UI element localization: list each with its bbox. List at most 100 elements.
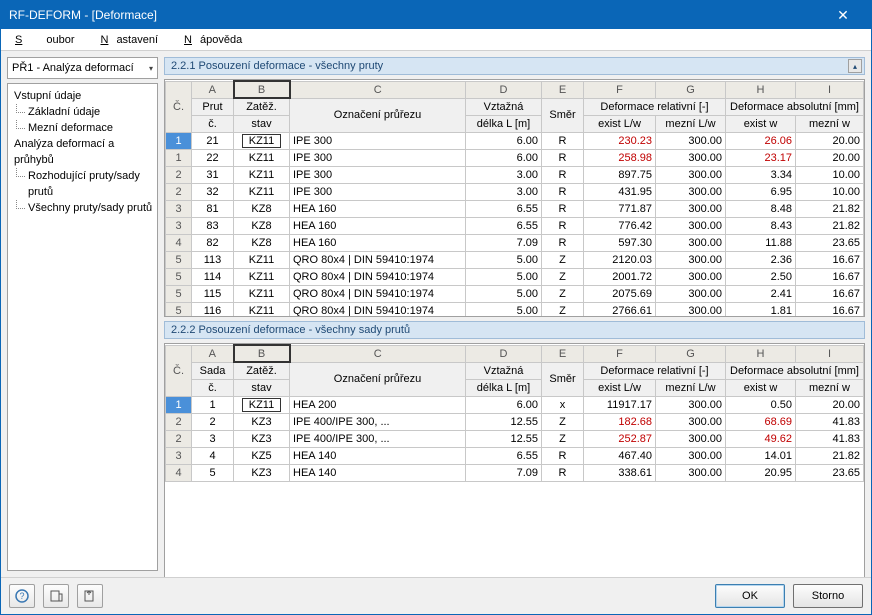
table-row[interactable]: 22KZ3IPE 400/IPE 300, ...12.55Z182.68300… [166, 413, 864, 430]
cell[interactable]: HEA 160 [290, 234, 466, 251]
cell[interactable]: x [542, 396, 584, 413]
cell[interactable]: 771.87 [584, 200, 656, 217]
cell[interactable]: 2 [192, 413, 234, 430]
cell[interactable]: 8.48 [726, 200, 796, 217]
cell[interactable]: KZ3 [234, 464, 290, 481]
cell[interactable]: 7.09 [466, 464, 542, 481]
cell[interactable]: 32 [192, 183, 234, 200]
grid-members-scroll[interactable]: Č.ABCDEFGHIPrutZatěž.Označení průřezuVzt… [165, 80, 864, 316]
cell[interactable]: 300.00 [656, 251, 726, 268]
cell[interactable]: 300.00 [656, 200, 726, 217]
cell[interactable]: 68.69 [726, 413, 796, 430]
cell[interactable]: 49.62 [726, 430, 796, 447]
cell[interactable]: 23.17 [726, 149, 796, 166]
cell[interactable]: 20.00 [796, 149, 864, 166]
cell[interactable]: 300.00 [656, 413, 726, 430]
row-index[interactable]: 2 [166, 413, 192, 430]
table-row[interactable]: 232KZ11IPE 3003.00R431.95300.006.9510.00 [166, 183, 864, 200]
cell[interactable]: IPE 400/IPE 300, ... [290, 413, 466, 430]
tree-item-all[interactable]: Všechny pruty/sady prutů [10, 200, 155, 216]
cell[interactable]: 300.00 [656, 447, 726, 464]
cell[interactable]: 4 [192, 447, 234, 464]
cell[interactable]: Z [542, 430, 584, 447]
cell[interactable]: 300.00 [656, 149, 726, 166]
grid-sets-scroll[interactable]: Č.ABCDEFGHISadaZatěž.Označení průřezuVzt… [165, 344, 864, 586]
table-row[interactable]: 23KZ3IPE 400/IPE 300, ...12.55Z252.87300… [166, 430, 864, 447]
row-index[interactable]: 2 [166, 430, 192, 447]
cell[interactable]: R [542, 183, 584, 200]
cell[interactable]: KZ11 [234, 285, 290, 302]
cell[interactable]: 7.09 [466, 234, 542, 251]
cell[interactable]: IPE 400/IPE 300, ... [290, 430, 466, 447]
cell[interactable]: 300.00 [656, 285, 726, 302]
row-index[interactable]: 5 [166, 251, 192, 268]
cell[interactable]: 23.65 [796, 464, 864, 481]
cell[interactable]: 82 [192, 234, 234, 251]
cell[interactable]: KZ11 [234, 268, 290, 285]
cell[interactable]: 2.36 [726, 251, 796, 268]
cell[interactable]: Z [542, 285, 584, 302]
cell[interactable]: QRO 80x4 | DIN 59410:1974 [290, 302, 466, 316]
cell[interactable]: 114 [192, 268, 234, 285]
cell[interactable]: KZ3 [234, 413, 290, 430]
cell[interactable]: 81 [192, 200, 234, 217]
col-letter[interactable]: I [796, 345, 864, 362]
cell[interactable]: 300.00 [656, 464, 726, 481]
cell-active[interactable]: KZ11 [234, 132, 290, 149]
cell[interactable]: 897.75 [584, 166, 656, 183]
case-combo[interactable]: PŘ1 - Analýza deformací ▾ [7, 57, 158, 79]
row-index[interactable]: 3 [166, 200, 192, 217]
cell[interactable]: 300.00 [656, 217, 726, 234]
cell[interactable]: 300.00 [656, 166, 726, 183]
cell[interactable]: 0.50 [726, 396, 796, 413]
cell[interactable]: 21.82 [796, 217, 864, 234]
cell[interactable]: 26.06 [726, 132, 796, 149]
cell[interactable]: IPE 300 [290, 132, 466, 149]
cell[interactable]: 10.00 [796, 183, 864, 200]
row-index[interactable]: 1 [166, 149, 192, 166]
col-letter[interactable]: F [584, 345, 656, 362]
menu-settings[interactable]: Nastavení [92, 32, 174, 48]
cell[interactable]: 21.82 [796, 200, 864, 217]
col-letter[interactable]: G [656, 81, 726, 98]
cell[interactable]: KZ11 [234, 166, 290, 183]
cell[interactable]: 467.40 [584, 447, 656, 464]
cell[interactable]: IPE 300 [290, 166, 466, 183]
cell[interactable]: 300.00 [656, 268, 726, 285]
menu-help[interactable]: Nápověda [176, 32, 258, 48]
cell[interactable]: 431.95 [584, 183, 656, 200]
col-letter[interactable]: C [290, 345, 466, 362]
cell[interactable]: HEA 200 [290, 396, 466, 413]
table-row[interactable]: 121KZ11IPE 3006.00R230.23300.0026.0620.0… [166, 132, 864, 149]
cell[interactable]: R [542, 217, 584, 234]
cell[interactable]: 6.00 [466, 149, 542, 166]
close-icon[interactable]: ✕ [823, 5, 863, 25]
cell[interactable]: R [542, 132, 584, 149]
ok-button[interactable]: OK [715, 584, 785, 608]
cell[interactable]: 3.00 [466, 183, 542, 200]
cell[interactable]: 6.55 [466, 447, 542, 464]
row-index[interactable]: 1 [166, 396, 192, 413]
cell[interactable]: 182.68 [584, 413, 656, 430]
col-letter[interactable]: F [584, 81, 656, 98]
cell[interactable]: 1 [192, 396, 234, 413]
cell[interactable]: 22 [192, 149, 234, 166]
cell[interactable]: QRO 80x4 | DIN 59410:1974 [290, 268, 466, 285]
export-button-1[interactable] [43, 584, 69, 608]
cell[interactable]: KZ11 [234, 183, 290, 200]
cell[interactable]: 10.00 [796, 166, 864, 183]
cell[interactable]: 16.67 [796, 251, 864, 268]
cell[interactable]: IPE 300 [290, 183, 466, 200]
cell[interactable]: HEA 160 [290, 217, 466, 234]
row-index[interactable]: 5 [166, 285, 192, 302]
cell[interactable]: 20.95 [726, 464, 796, 481]
cell[interactable]: KZ11 [234, 302, 290, 316]
cell[interactable]: 3 [192, 430, 234, 447]
tree-group-input[interactable]: Vstupní údaje [10, 88, 155, 104]
table-row[interactable]: 381KZ8HEA 1606.55R771.87300.008.4821.82 [166, 200, 864, 217]
tree-group-analysis[interactable]: Analýza deformací a průhybů [10, 136, 155, 168]
col-letter[interactable]: D [466, 345, 542, 362]
col-letter[interactable]: I [796, 81, 864, 98]
cell[interactable]: 31 [192, 166, 234, 183]
col-letter[interactable]: G [656, 345, 726, 362]
